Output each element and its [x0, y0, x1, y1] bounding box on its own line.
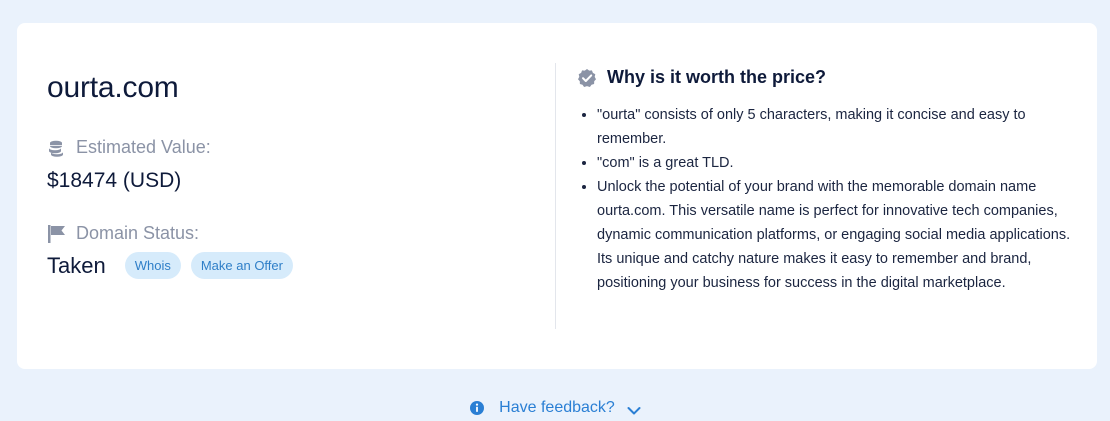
reason-item: "com" is a great TLD.	[597, 151, 1087, 175]
info-icon	[469, 400, 485, 416]
reason-item: Unlock the potential of your brand with …	[597, 175, 1087, 295]
worth-title: Why is it worth the price?	[607, 67, 827, 87]
estimated-value-label-row: Estimated Value:	[47, 137, 211, 158]
whois-button[interactable]: Whois	[124, 252, 181, 279]
domain-status-row: Taken Whois Make an Offer	[47, 252, 303, 279]
worth-heading: Why is it worth the price?	[577, 67, 826, 88]
domain-name: ourta.com	[47, 71, 179, 104]
reasons-list: "ourta" consists of only 5 characters, m…	[577, 103, 1087, 295]
domain-card: ourta.com Estimated Value: $18474 (USD)	[17, 23, 1097, 369]
domain-status-label-row: Domain Status:	[47, 223, 199, 244]
feedback-toggle[interactable]: Have feedback?	[0, 399, 1110, 417]
verified-badge-icon	[577, 68, 597, 88]
column-divider	[555, 63, 556, 329]
feedback-label: Have feedback?	[499, 399, 615, 416]
reason-item: "ourta" consists of only 5 characters, m…	[597, 103, 1087, 151]
estimated-value-label: Estimated Value:	[76, 137, 211, 157]
flag-icon	[47, 224, 67, 243]
estimated-value: $18474 (USD)	[47, 169, 182, 192]
domain-status-value: Taken	[47, 252, 106, 278]
domain-status-label: Domain Status:	[76, 223, 200, 243]
make-offer-button[interactable]: Make an Offer	[190, 252, 293, 279]
chevron-down-icon	[627, 403, 641, 415]
coins-icon	[47, 139, 67, 157]
